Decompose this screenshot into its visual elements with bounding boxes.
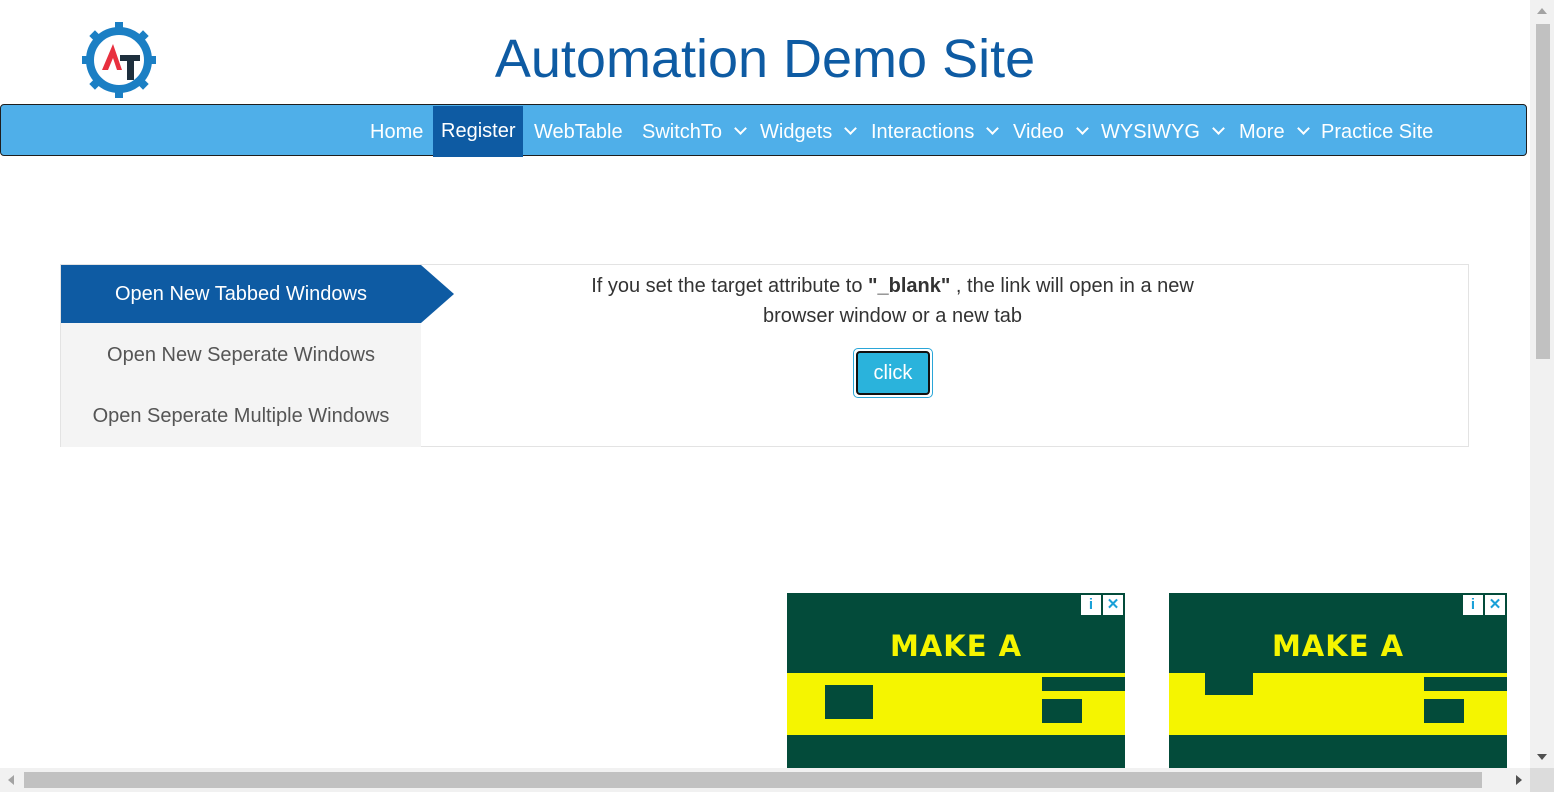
nav-practice-site[interactable]: Practice Site	[1321, 107, 1433, 157]
nav-interactions-label: Interactions	[871, 121, 975, 143]
nav-home[interactable]: Home	[370, 107, 423, 157]
nav-webtable[interactable]: WebTable	[534, 107, 623, 157]
nav-register[interactable]: Register	[433, 106, 524, 157]
nav-wysiwyg-label: WYSIWYG	[1101, 121, 1200, 143]
ad-headline: MAKE A	[1271, 629, 1405, 663]
scroll-up-icon[interactable]	[1537, 8, 1547, 14]
close-icon[interactable]: ✕	[1103, 595, 1123, 615]
nav-video[interactable]: Video	[1013, 107, 1089, 157]
ad-banner[interactable]: i ✕ MAKE A	[787, 593, 1125, 768]
close-icon[interactable]: ✕	[1485, 595, 1505, 615]
nav-webtable-label: WebTable	[534, 121, 623, 143]
nav-more-label: More	[1239, 121, 1285, 143]
chevron-down-icon	[1296, 122, 1310, 135]
ad-big-graphic	[1169, 673, 1507, 735]
nav-switchto-label: SwitchTo	[642, 121, 723, 143]
chevron-down-icon	[1212, 122, 1225, 135]
main-navbar: Home Register WebTable SwitchTo Widgets …	[0, 104, 1527, 157]
nav-widgets[interactable]: Widgets	[760, 107, 858, 157]
horizontal-scrollbar[interactable]	[0, 768, 1530, 792]
scrollbar-corner	[1530, 768, 1554, 792]
nav-wysiwyg[interactable]: WYSIWYG	[1101, 107, 1225, 157]
chevron-down-icon	[986, 122, 1000, 135]
chevron-down-icon	[734, 122, 747, 135]
ad-big-letters-icon	[825, 677, 1125, 723]
scroll-left-icon[interactable]	[8, 775, 14, 785]
nav-more[interactable]: More	[1239, 107, 1310, 157]
scroll-right-icon[interactable]	[1516, 775, 1522, 785]
nav-widgets-label: Widgets	[760, 121, 833, 143]
description-bold: "_blank"	[868, 275, 951, 297]
chevron-down-icon	[1075, 122, 1089, 135]
click-button-label: click	[856, 351, 930, 395]
nav-register-label: Register	[441, 120, 516, 142]
vertical-scroll-thumb[interactable]	[1536, 24, 1550, 359]
info-icon[interactable]: i	[1463, 595, 1483, 615]
tab-open-new-tabbed-windows[interactable]: Open New Tabbed Windows	[61, 265, 421, 323]
nav-switchto[interactable]: SwitchTo	[642, 107, 747, 157]
tab-description: If you set the target attribute to "_bla…	[560, 271, 1225, 331]
description-text: If you set the target attribute to	[591, 275, 869, 297]
tab-open-new-seperate-windows[interactable]: Open New Seperate Windows	[61, 326, 421, 384]
ad-big-graphic	[787, 673, 1125, 735]
scroll-down-icon[interactable]	[1537, 754, 1547, 760]
nav-interactions[interactable]: Interactions	[871, 107, 1000, 157]
vertical-scrollbar[interactable]	[1530, 0, 1554, 768]
nav-video-label: Video	[1013, 121, 1064, 143]
site-title: Automation Demo Site	[494, 29, 1036, 89]
click-button[interactable]: click	[853, 348, 933, 398]
nav-home-label: Home	[370, 121, 424, 143]
info-icon[interactable]: i	[1081, 595, 1101, 615]
nav-practice-site-label: Practice Site	[1321, 121, 1434, 143]
ad-headline: MAKE A	[889, 629, 1023, 663]
ad-big-letters-icon	[1205, 673, 1507, 723]
tab-open-seperate-multiple-windows[interactable]: Open Seperate Multiple Windows	[61, 387, 421, 445]
horizontal-scroll-thumb[interactable]	[24, 772, 1482, 788]
chevron-down-icon	[844, 122, 858, 135]
ad-banner[interactable]: i ✕ MAKE A	[1169, 593, 1507, 768]
active-tab-arrow	[421, 265, 454, 323]
